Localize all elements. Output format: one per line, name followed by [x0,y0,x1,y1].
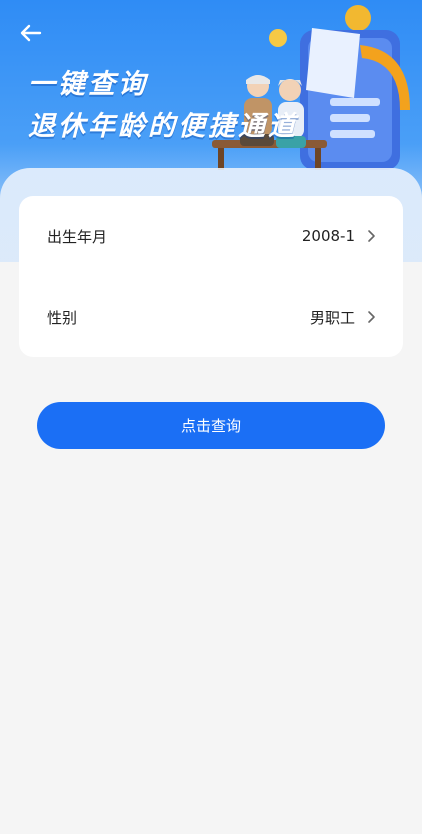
birth-date-row[interactable]: 出生年月 2008-1 [19,196,403,276]
chevron-right-icon [368,311,375,323]
gender-label: 性别 [47,308,78,327]
hero-title-line1: 一键查询 [28,69,148,100]
hero-title-line2: 退休年龄的便捷通道 [28,111,298,142]
gender-value: 男职工 [309,308,355,327]
gender-row[interactable]: 性别 男职工 [19,277,403,357]
birth-date-value: 2008-1 [301,227,355,245]
birth-date-label: 出生年月 [47,227,108,246]
form-card: 出生年月 2008-1 性别 男职工 [19,196,403,357]
arrow-left-icon [20,24,42,42]
chevron-right-icon [368,230,375,242]
back-button[interactable] [18,22,44,44]
query-button[interactable]: 点击查询 [37,402,385,449]
